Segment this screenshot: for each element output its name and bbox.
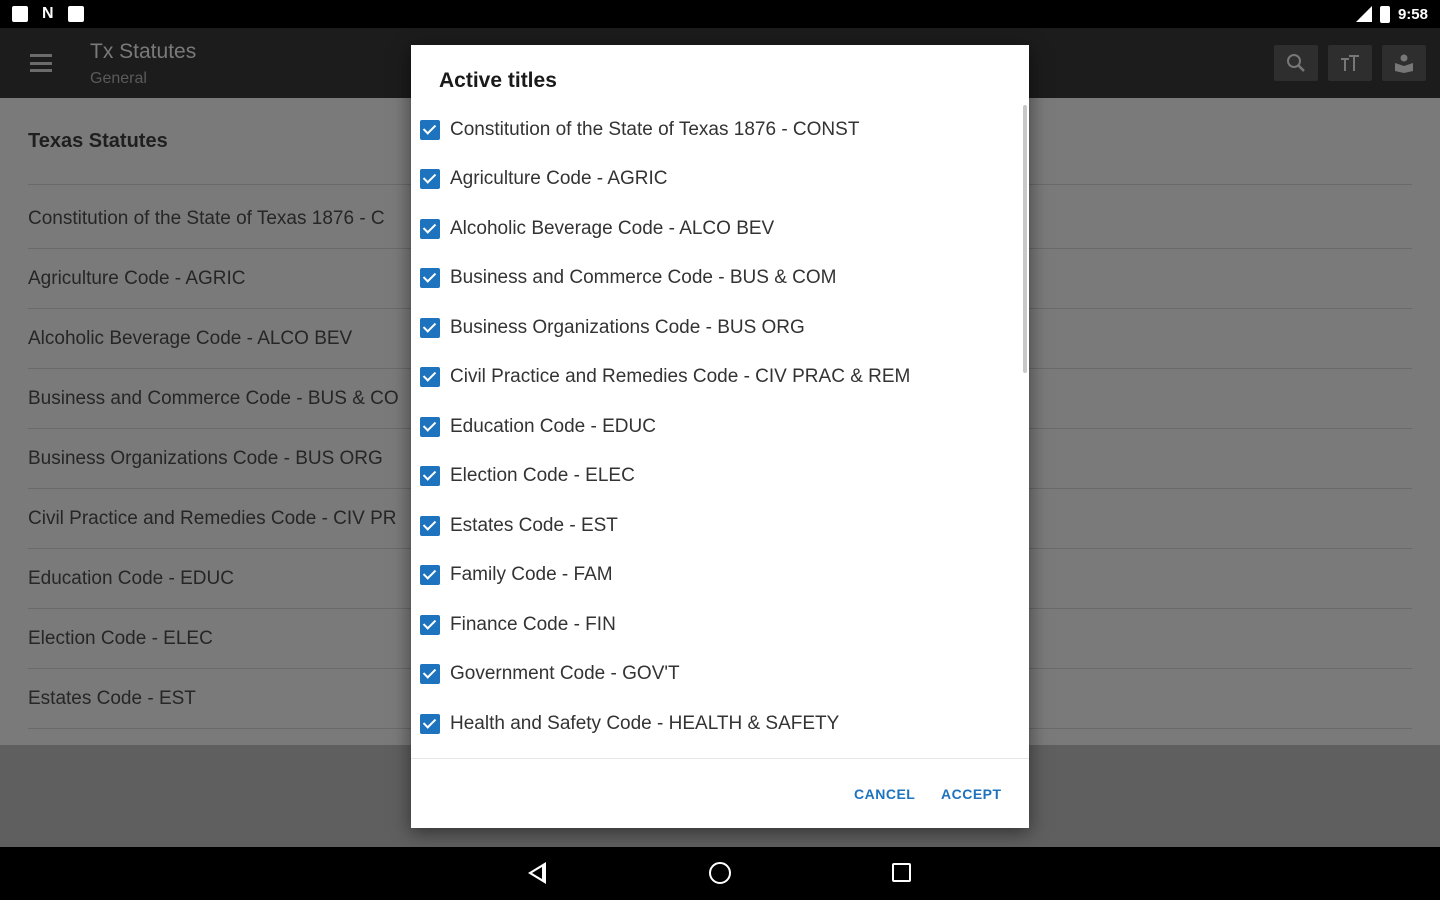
- text-size-icon: [1341, 55, 1359, 71]
- list-item: Agriculture Code - AGRIC: [28, 268, 246, 289]
- checkbox-checked[interactable]: [420, 168, 440, 189]
- dialog-title: Active titles: [439, 69, 557, 92]
- status-time: 9:58: [1397, 5, 1428, 23]
- checkbox-label: Health and Safety Code - HEALTH & SAFETY: [450, 712, 840, 734]
- signal-icon: [1355, 6, 1372, 22]
- checkbox-row[interactable]: Education Code - EDUC: [411, 402, 1021, 451]
- navigation-bar: [0, 847, 1440, 900]
- checkbox-label: Business Organizations Code - BUS ORG: [450, 316, 805, 338]
- checkbox-checked[interactable]: [420, 465, 440, 486]
- checkbox-row[interactable]: Estates Code - EST: [411, 501, 1021, 550]
- dialog-scrollbar[interactable]: [1023, 105, 1027, 373]
- checkbox-row[interactable]: Business and Commerce Code - BUS & COM: [411, 253, 1021, 302]
- checkbox-row[interactable]: Constitution of the State of Texas 1876 …: [411, 105, 1021, 154]
- list-item: Constitution of the State of Texas 1876 …: [28, 208, 385, 229]
- square-notification-icon: [67, 6, 84, 22]
- search-icon: [1287, 54, 1305, 72]
- checkbox-row[interactable]: Alcoholic Beverage Code - ALCO BEV: [411, 204, 1021, 253]
- checkbox-row[interactable]: Business Organizations Code - BUS ORG: [411, 303, 1021, 352]
- checkbox-label: Government Code - GOV'T: [450, 662, 680, 684]
- checkbox-checked[interactable]: [420, 416, 440, 437]
- checkbox-checked[interactable]: [420, 515, 440, 536]
- status-right: 9:58: [1355, 5, 1428, 23]
- checkbox-label: Civil Practice and Remedies Code - CIV P…: [450, 365, 911, 387]
- checkbox-label: Finance Code - FIN: [450, 613, 616, 635]
- reader-button[interactable]: [1382, 45, 1426, 81]
- list-item: Education Code - EDUC: [28, 568, 234, 589]
- list-item: Alcoholic Beverage Code - ALCO BEV: [28, 328, 353, 349]
- checkbox-row[interactable]: Agriculture Code - AGRIC: [411, 154, 1021, 203]
- checkbox-label: Constitution of the State of Texas 1876 …: [450, 118, 860, 140]
- checkbox-row[interactable]: Election Code - ELEC: [411, 451, 1021, 500]
- n-icon: N: [42, 5, 54, 22]
- reader-icon: [1395, 54, 1413, 73]
- app-subtitle: General: [90, 70, 147, 87]
- clipboard-icon: [12, 6, 28, 22]
- checkbox-checked[interactable]: [420, 267, 440, 288]
- checkbox-checked[interactable]: [420, 663, 440, 684]
- recent-apps-icon[interactable]: [892, 863, 911, 882]
- checkbox-label: Business and Commerce Code - BUS & COM: [450, 266, 837, 288]
- checkbox-row[interactable]: Family Code - FAM: [411, 550, 1021, 599]
- checkbox-checked[interactable]: [420, 564, 440, 585]
- dialog-checkbox-list[interactable]: Constitution of the State of Texas 1876 …: [411, 105, 1029, 757]
- checkbox-checked[interactable]: [420, 366, 440, 387]
- accept-button[interactable]: ACCEPT: [941, 786, 1002, 802]
- dialog-divider: [411, 758, 1029, 759]
- battery-icon: [1379, 5, 1390, 23]
- checkbox-label: Education Code - EDUC: [450, 415, 656, 437]
- checkbox-row[interactable]: Government Code - GOV'T: [411, 649, 1021, 698]
- checkbox-checked[interactable]: [420, 614, 440, 635]
- status-left-icons: N: [12, 6, 84, 22]
- list-item: Civil Practice and Remedies Code - CIV P…: [28, 508, 397, 529]
- checkbox-checked[interactable]: [420, 713, 440, 734]
- content-title: Texas Statutes: [28, 130, 168, 152]
- list-item: Estates Code - EST: [28, 688, 196, 709]
- search-button[interactable]: [1274, 45, 1318, 81]
- list-item: Election Code - ELEC: [28, 628, 213, 649]
- list-item: Business Organizations Code - BUS ORG: [28, 448, 383, 469]
- checkbox-row[interactable]: Health and Safety Code - HEALTH & SAFETY: [411, 699, 1021, 748]
- checkbox-label: Estates Code - EST: [450, 514, 618, 536]
- home-icon[interactable]: [709, 862, 731, 884]
- back-icon[interactable]: [528, 862, 546, 884]
- app-title: Tx Statutes: [90, 40, 197, 63]
- cancel-button[interactable]: CANCEL: [854, 786, 915, 802]
- checkbox-checked[interactable]: [420, 218, 440, 239]
- hamburger-menu-icon[interactable]: [30, 54, 52, 72]
- checkbox-label: Alcoholic Beverage Code - ALCO BEV: [450, 217, 775, 239]
- checkbox-checked[interactable]: [420, 317, 440, 338]
- checkbox-label: Family Code - FAM: [450, 563, 613, 585]
- checkbox-label: Agriculture Code - AGRIC: [450, 167, 668, 189]
- active-titles-dialog: Active titles Constitution of the State …: [411, 45, 1029, 828]
- checkbox-checked[interactable]: [420, 119, 440, 140]
- checkbox-row[interactable]: Civil Practice and Remedies Code - CIV P…: [411, 352, 1021, 401]
- list-item: Business and Commerce Code - BUS & CO: [28, 388, 399, 409]
- checkbox-row[interactable]: Finance Code - FIN: [411, 600, 1021, 649]
- text-size-button[interactable]: [1328, 45, 1372, 81]
- checkbox-label: Election Code - ELEC: [450, 464, 635, 486]
- status-bar: N 9:58: [0, 0, 1440, 28]
